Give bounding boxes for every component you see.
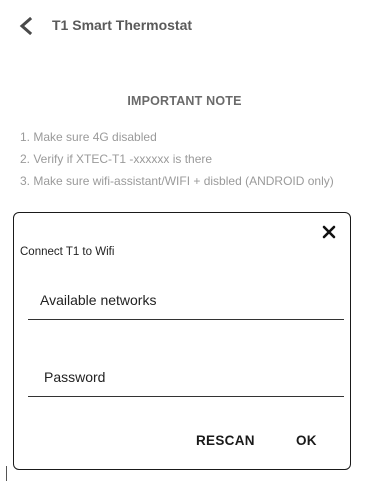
important-note-heading: IMPORTANT NOTE	[127, 94, 242, 108]
close-icon[interactable]	[322, 225, 336, 239]
note-item: 2. Verify if XTEC-T1 -xxxxxx is there	[20, 152, 213, 166]
note-item: 1. Make sure 4G disabled	[20, 130, 157, 144]
page-title: T1 Smart Thermostat	[52, 17, 193, 33]
screen-edge-divider	[6, 466, 7, 481]
note-item: 3. Make sure wifi-assistant/WIFI + disbl…	[20, 174, 334, 188]
app-screen: T1 Smart Thermostat IMPORTANT NOTE 1. Ma…	[0, 0, 369, 481]
dialog-title: Connect T1 to Wifi	[20, 246, 115, 258]
ok-button[interactable]: OK	[290, 429, 323, 452]
notes-list: 1. Make sure 4G disabled 2. Verify if XT…	[20, 130, 350, 196]
wifi-dialog: Connect T1 to Wifi RESCAN OK	[13, 212, 351, 470]
available-networks-field[interactable]	[28, 280, 344, 320]
chevron-left-icon[interactable]	[18, 17, 34, 35]
password-field[interactable]	[28, 357, 344, 397]
header: T1 Smart Thermostat	[0, 0, 369, 60]
rescan-button[interactable]: RESCAN	[190, 429, 261, 452]
